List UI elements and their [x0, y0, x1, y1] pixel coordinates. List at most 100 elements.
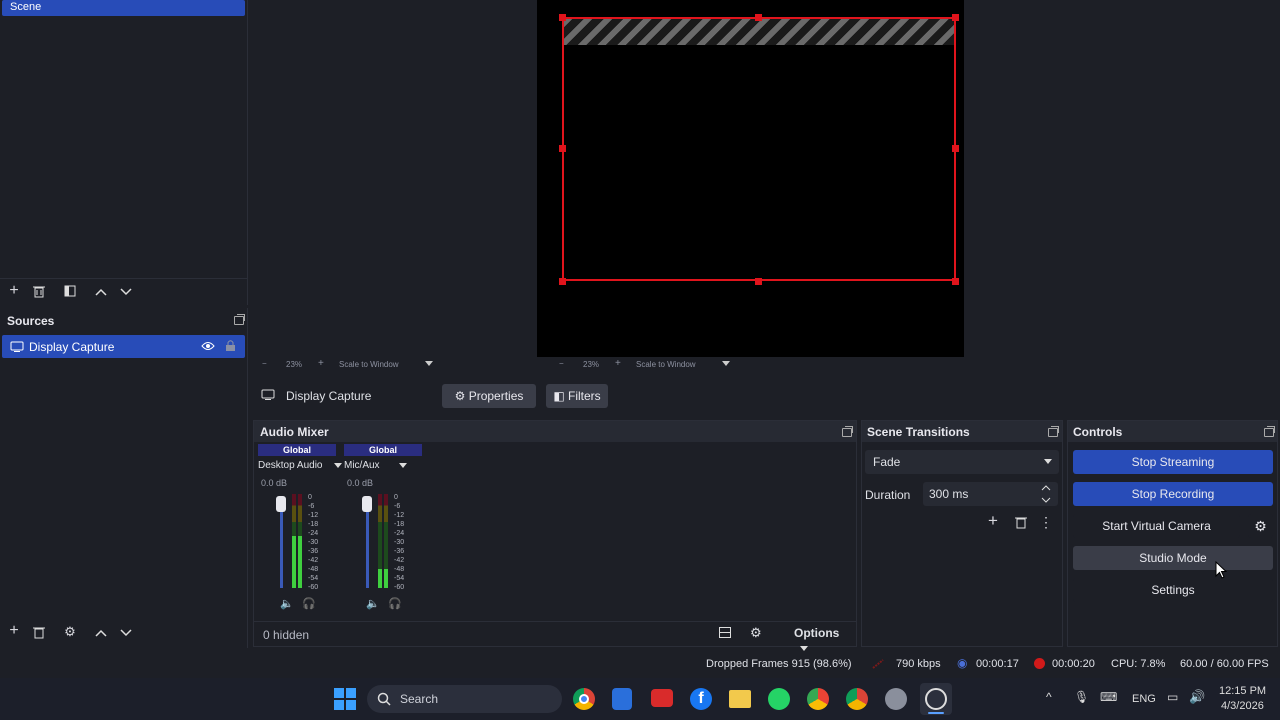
taskbar: Search f ^ 🎙 ⌨ ENG ▭ 🔊 12:15 PM 4/3/2026 [0, 678, 1280, 720]
options-button[interactable]: Options [794, 626, 856, 654]
keyboard-icon[interactable]: ⌨ [1100, 690, 1117, 704]
network-icon[interactable]: ▭ [1167, 690, 1178, 704]
zoom-in-button[interactable]: + [615, 358, 621, 369]
mute-speaker-icon[interactable]: 🔈 [280, 597, 294, 610]
chrome-profile-icon[interactable] [846, 688, 868, 710]
start-virtual-camera-button[interactable]: Start Virtual Camera [1073, 514, 1240, 538]
resize-handle[interactable] [559, 145, 566, 152]
scenes-panel: Scene + [0, 0, 248, 305]
add-source-icon[interactable]: + [6, 623, 22, 639]
chrome-icon[interactable] [573, 688, 595, 710]
virtual-camera-gear-icon[interactable]: ⚙ [1248, 514, 1273, 538]
language-indicator[interactable]: ENG [1132, 693, 1156, 705]
filters-button[interactable]: ◧ Filters [546, 384, 608, 408]
resize-handle[interactable] [952, 145, 959, 152]
stop-streaming-button[interactable]: Stop Streaming [1073, 450, 1273, 474]
undock-audio-mixer-icon[interactable] [842, 426, 853, 437]
source-item[interactable]: Display Capture [2, 335, 245, 358]
undock-sources-icon[interactable] [234, 314, 245, 325]
scene-filters-icon[interactable] [62, 285, 78, 299]
file-explorer-icon[interactable] [729, 690, 751, 708]
volume-fader-handle[interactable] [276, 496, 286, 512]
program-canvas[interactable] [553, 0, 964, 357]
undock-controls-icon[interactable] [1264, 426, 1275, 437]
obs-icon[interactable] [920, 683, 952, 715]
scene-item[interactable]: Scene [2, 0, 245, 16]
transition-select[interactable]: Fade [865, 450, 1059, 474]
channel-volume-db: 0.0 dB [347, 478, 374, 488]
preview-zoom-bar-right: − 23% + Scale to Window [557, 358, 757, 372]
settings-button[interactable]: Settings [1073, 578, 1273, 602]
clock-time[interactable]: 12:15 PM [1219, 685, 1266, 697]
move-scene-down-icon[interactable] [118, 285, 134, 299]
move-scene-up-icon[interactable] [93, 285, 109, 299]
resize-handle[interactable] [755, 278, 762, 285]
remove-transition-icon[interactable] [1013, 516, 1029, 531]
transitions-title: Scene Transitions [867, 425, 970, 439]
transition-properties-icon[interactable]: ⋮ [1038, 515, 1054, 529]
hidden-count[interactable]: 0 hidden [263, 628, 309, 642]
mixer-channel: Global Mic/Aux 0.0 dB 0 -6 -12 -18 -24 -30 -36 -42… [344, 442, 426, 617]
whatsapp-icon[interactable] [768, 688, 790, 710]
resize-handle[interactable] [755, 14, 762, 21]
lock-icon[interactable] [225, 339, 236, 352]
audio-mixer-footer: 0 hidden ⚙ Options [254, 621, 856, 651]
zoom-in-button[interactable]: + [318, 358, 324, 369]
spin-up-icon[interactable] [1041, 484, 1051, 492]
audio-mixer-title: Audio Mixer [260, 425, 329, 439]
mixer-layout-icon[interactable] [719, 627, 731, 641]
resize-handle[interactable] [952, 278, 959, 285]
remove-scene-icon[interactable] [31, 285, 47, 300]
properties-button[interactable]: ⚙ Properties [442, 384, 536, 408]
level-meter-fill [298, 536, 302, 588]
add-transition-icon[interactable]: + [985, 512, 1001, 529]
remove-source-icon[interactable] [31, 626, 47, 641]
facebook-icon[interactable]: f [690, 688, 712, 710]
calculator-icon[interactable] [612, 688, 632, 710]
scale-mode-label[interactable]: Scale to Window [636, 360, 696, 369]
channel-name[interactable]: Desktop Audio [258, 460, 323, 471]
sources-panel: Sources Display Capture + ⚙ [0, 308, 248, 648]
monitor-headphones-icon[interactable]: 🎧 [388, 597, 402, 610]
taskbar-search-box[interactable]: Search [367, 685, 562, 713]
channel-menu-chevron-icon[interactable] [399, 463, 407, 468]
monitor-headphones-icon[interactable]: 🎧 [302, 597, 316, 610]
source-properties-gear-icon[interactable]: ⚙ [62, 625, 78, 639]
move-source-up-icon[interactable] [93, 626, 109, 640]
mute-speaker-icon[interactable]: 🔈 [366, 597, 380, 610]
microphone-icon[interactable]: 🎙 [1074, 690, 1089, 704]
scene-transitions-panel: Scene Transitions Fade Duration 300 ms +… [861, 420, 1063, 647]
zoom-out-button[interactable]: − [559, 359, 564, 368]
resize-handle[interactable] [559, 278, 566, 285]
studio-mode-button[interactable]: Studio Mode [1073, 546, 1273, 570]
spin-down-icon[interactable] [1041, 496, 1051, 504]
add-scene-icon[interactable]: + [6, 283, 22, 299]
clock-date[interactable]: 4/3/2026 [1221, 700, 1264, 712]
scale-mode-label[interactable]: Scale to Window [339, 360, 399, 369]
record-dot-icon [1034, 658, 1045, 669]
volume-icon[interactable]: 🔊 [1189, 689, 1205, 705]
undock-transitions-icon[interactable] [1048, 426, 1059, 437]
channel-menu-chevron-icon[interactable] [334, 463, 342, 468]
scale-dropdown-chevron-icon[interactable] [722, 361, 730, 366]
source-bounding-box[interactable] [562, 17, 956, 281]
scale-dropdown-chevron-icon[interactable] [425, 361, 433, 366]
meter-scale-tick: -48 [394, 566, 405, 573]
visibility-eye-icon[interactable] [201, 341, 215, 351]
duration-spinbox[interactable]: 300 ms [923, 482, 1058, 506]
move-source-down-icon[interactable] [118, 626, 134, 640]
meter-scale-tick: -60 [308, 584, 319, 591]
windows-start-icon[interactable] [334, 688, 356, 710]
settings-app-icon[interactable] [885, 688, 907, 710]
tray-chevron-up-icon[interactable]: ^ [1046, 690, 1052, 704]
channel-name[interactable]: Mic/Aux [344, 460, 380, 471]
resize-handle[interactable] [952, 14, 959, 21]
resize-handle[interactable] [559, 14, 566, 21]
screen-recorder-icon[interactable] [651, 689, 673, 707]
advanced-audio-gear-icon[interactable]: ⚙ [750, 625, 762, 641]
zoom-out-button[interactable]: − [262, 359, 267, 368]
volume-fader-handle[interactable] [362, 496, 372, 512]
preview-area: − 23% + Scale to Window − 23% + Scale to… [250, 0, 1280, 378]
stop-recording-button[interactable]: Stop Recording [1073, 482, 1273, 506]
chrome-canary-icon[interactable] [807, 688, 829, 710]
